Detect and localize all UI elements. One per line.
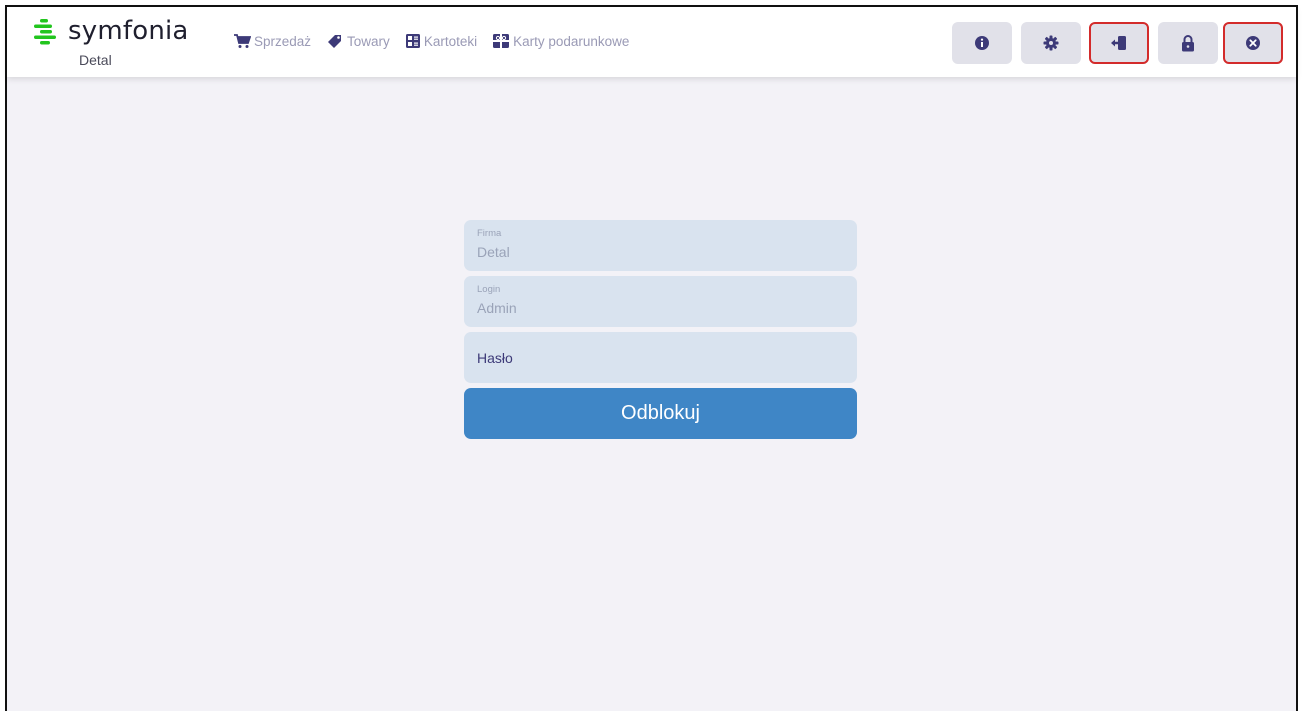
nav-item-label: Sprzedaż [254, 33, 312, 49]
app-window: symfonia Detal Sprzedaż Towary Kartoteki… [5, 5, 1298, 711]
company-field[interactable]: Firma Detal [464, 220, 857, 271]
lock-button[interactable] [1158, 22, 1218, 64]
nav-item-label: Karty podarunkowe [513, 33, 630, 49]
unlock-form: Firma Detal Login Admin Hasło Odblokuj [464, 220, 857, 439]
cart-icon [233, 33, 251, 49]
top-bar: symfonia Detal Sprzedaż Towary Kartoteki… [7, 7, 1296, 77]
nav-item-label: Kartoteki [423, 33, 478, 49]
nav-item-sprzedaz[interactable]: Sprzedaż [233, 33, 311, 49]
main-nav: Sprzedaż Towary Kartoteki Karty podarunk… [233, 33, 644, 49]
logout-icon [1111, 36, 1126, 50]
login-field[interactable]: Login Admin [464, 276, 857, 327]
password-field[interactable]: Hasło [464, 332, 857, 383]
close-button[interactable] [1223, 22, 1283, 64]
info-icon [975, 36, 989, 50]
info-button[interactable] [952, 22, 1012, 64]
logout-button[interactable] [1089, 22, 1149, 64]
close-icon [1246, 36, 1260, 50]
company-field-label: Firma [477, 228, 502, 239]
lock-icon [1182, 34, 1194, 51]
gift-card-icon [492, 33, 510, 49]
company-field-value: Detal [477, 244, 510, 260]
app-subtitle: Detal [79, 52, 112, 68]
nav-item-karty-podarunkowe[interactable]: Karty podarunkowe [492, 33, 629, 49]
password-placeholder: Hasło [477, 350, 513, 366]
unlock-button[interactable]: Odblokuj [464, 388, 857, 439]
tag-icon [326, 33, 344, 49]
symfonia-logo-icon [34, 19, 56, 45]
login-field-label: Login [477, 284, 501, 295]
cards-icon [405, 33, 421, 49]
gear-icon [1043, 35, 1059, 51]
login-field-value: Admin [477, 300, 517, 316]
nav-item-towary[interactable]: Towary [326, 33, 390, 49]
nav-item-label: Towary [347, 33, 390, 49]
settings-button[interactable] [1021, 22, 1081, 64]
nav-item-kartoteki[interactable]: Kartoteki [405, 33, 477, 49]
app-name: symfonia [68, 16, 189, 46]
